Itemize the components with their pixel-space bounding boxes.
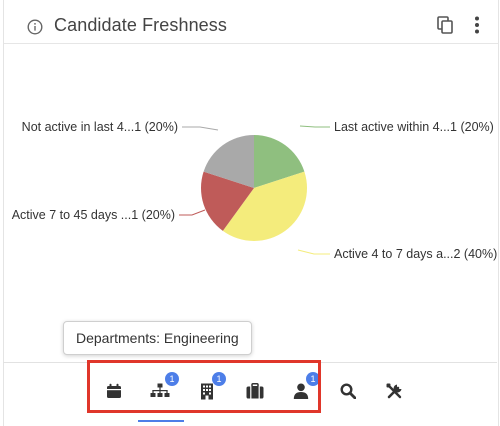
tools-button[interactable] [383,380,405,402]
slice-label: Last active within 4...1 (20%) [334,120,494,134]
search-icon [340,383,356,399]
leader-line [182,126,219,131]
search-button[interactable] [337,380,359,402]
tooltip: Departments: Engineering [63,321,252,355]
leader-line [179,209,206,216]
toolbar-highlight-box [87,360,321,413]
slice-label: Not active in last 4...1 (20%) [22,120,178,134]
slice-label: Active 7 to 45 days ...1 (20%) [12,208,175,222]
leader-line [297,249,330,255]
tools-icon [386,383,401,398]
active-tab-indicator [138,420,184,422]
slice-label: Active 4 to 7 days a...2 (40%) [334,247,497,261]
leader-line [299,125,330,128]
